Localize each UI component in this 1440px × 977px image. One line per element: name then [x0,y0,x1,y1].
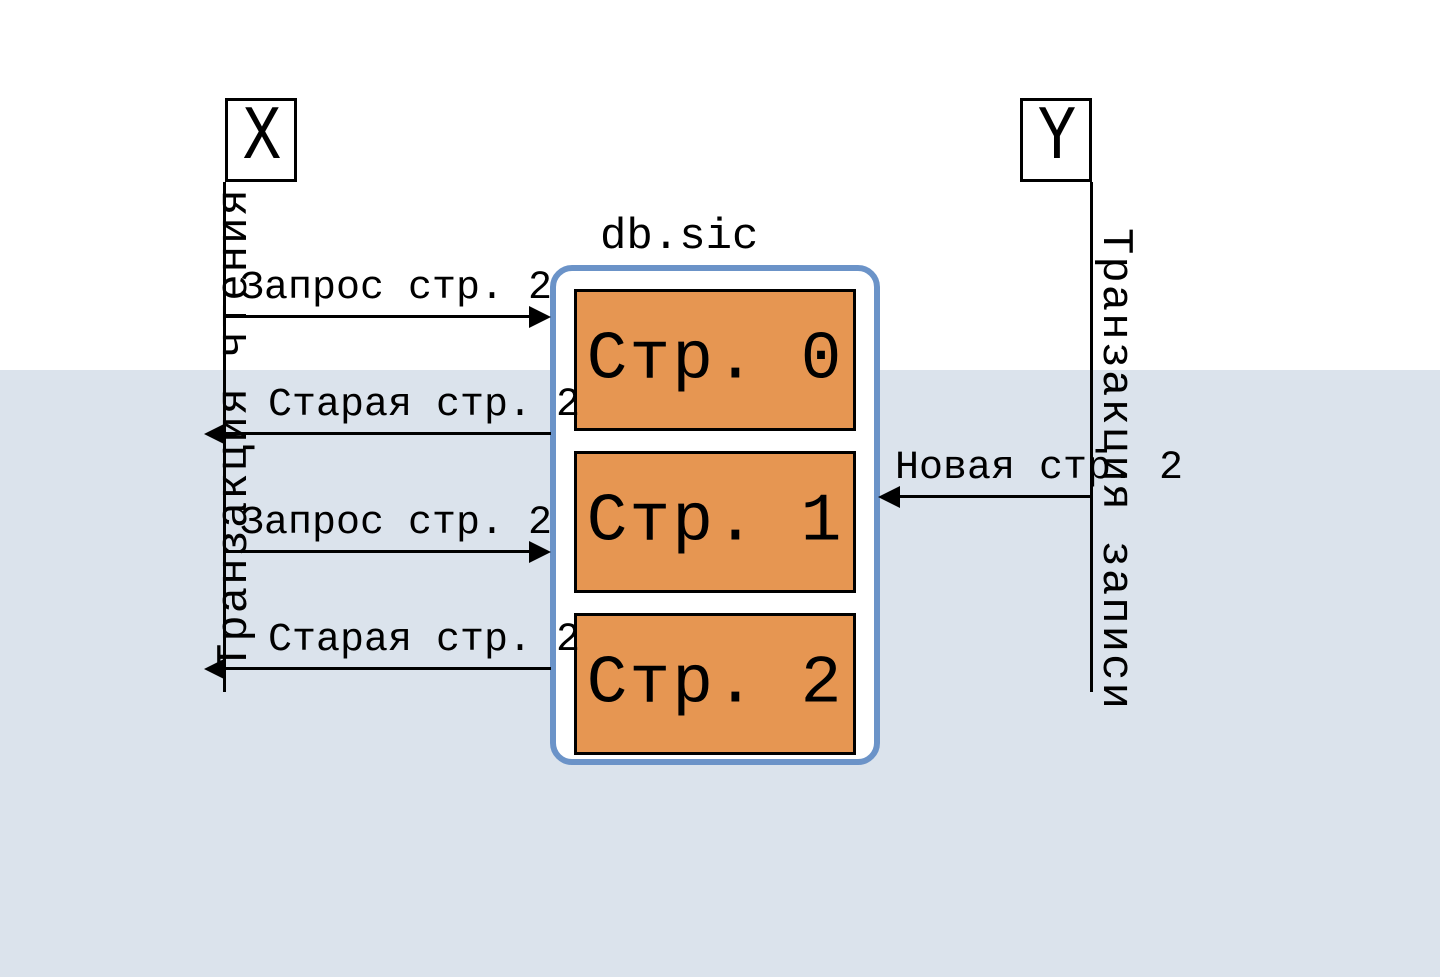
arrow-left-1-line [226,315,529,318]
page-box-0: Стр. 0 [574,289,856,431]
arrow-right-1-line [900,495,1093,498]
database-container: Стр. 0 Стр. 1 Стр. 2 [550,265,880,765]
actor-y-label: Y [1038,101,1074,178]
page-text-1: Стр. 1 [577,484,853,561]
page-text-2: Стр. 2 [577,646,853,723]
actor-x-box: X [225,98,297,182]
actor-y-box: Y [1020,98,1092,182]
arrow-left-4-head-icon [204,658,226,680]
page-box-2: Стр. 2 [574,613,856,755]
actor-x-label: X [243,101,279,178]
diagram-stage: X Транзакция чтения Y Транзакция записи … [0,0,1440,977]
arrow-left-3-label: Запрос стр. 2 [240,501,552,546]
arrow-left-1-label: Запрос стр. 2 [240,266,552,311]
arrow-left-4-line [226,667,551,670]
arrow-left-2-head-icon [204,423,226,445]
arrow-left-4-label: Старая стр. 2 [268,618,580,663]
arrow-left-2-line [226,432,551,435]
database-label: db.sic [600,212,758,262]
page-text-0: Стр. 0 [577,322,853,399]
arrow-right-1-label: Новая стр. 2 [895,446,1183,491]
arrow-left-2-label: Старая стр. 2 [268,383,580,428]
arrow-left-3-line [226,550,529,553]
page-box-1: Стр. 1 [574,451,856,593]
